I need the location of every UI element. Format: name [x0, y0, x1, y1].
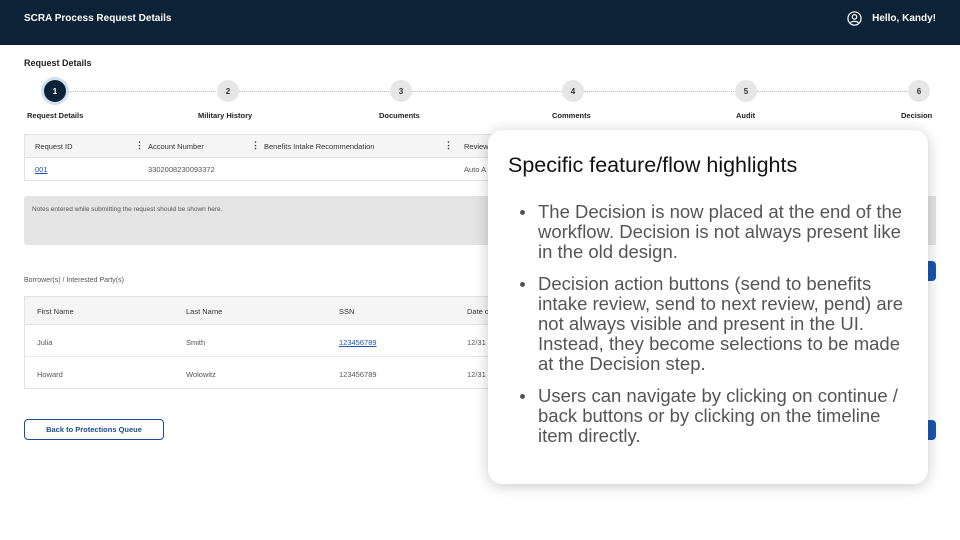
review-cell: Auto A [464, 165, 487, 174]
notes-panel: Notes entered while submitting the reque… [24, 196, 494, 245]
user-greeting: Hello, Kandy! [872, 13, 936, 24]
table-header: First Name Last Name SSN Date o [25, 297, 493, 325]
table-row: Howard Wolowitz 123456789 12/31 [25, 357, 493, 389]
timeline-step-military-history[interactable]: 2 [217, 80, 239, 102]
timeline-label-request-details[interactable]: Request Details [27, 111, 83, 120]
date-cell: 12/31 [467, 338, 486, 347]
column-header-request-id[interactable]: Request ID [35, 142, 73, 151]
request-details-table: Request ID ⋮ Account Number ⋮ Benefits I… [24, 134, 494, 181]
user-menu[interactable]: Hello, Kandy! [847, 11, 936, 26]
ssn-cell: 123456789 [339, 370, 377, 379]
timeline-label-documents[interactable]: Documents [379, 111, 420, 120]
date-cell: 12/31 [467, 370, 486, 379]
table-row: Julia Smith 123456789 12/31 [25, 325, 493, 357]
callout-title: Specific feature/flow highlights [508, 153, 798, 177]
timeline-connector [584, 91, 734, 92]
borrowers-table: First Name Last Name SSN Date o Julia Sm… [24, 296, 494, 389]
column-menu-icon[interactable]: ⋮ [444, 140, 453, 151]
timeline-connector [412, 91, 562, 92]
last-name-cell: Smith [186, 338, 206, 347]
timeline-label-audit[interactable]: Audit [736, 111, 755, 120]
timeline-label-military-history[interactable]: Military History [198, 111, 252, 120]
column-header-account-number[interactable]: Account Number [148, 142, 204, 151]
timeline-step-request-details[interactable]: 1 [44, 80, 66, 102]
column-menu-icon[interactable]: ⋮ [251, 140, 260, 151]
timeline-step-comments[interactable]: 4 [562, 80, 584, 102]
back-to-protections-queue-button[interactable]: Back to Protections Queue [24, 419, 164, 440]
timeline-step-decision[interactable]: 6 [908, 80, 930, 102]
callout-bullet: Users can navigate by clicking on contin… [508, 386, 918, 446]
callout-bullet: Decision action buttons (send to benefit… [508, 274, 918, 374]
column-header-benefits-intake[interactable]: Benefits Intake Recommendation [264, 142, 374, 151]
column-header-review[interactable]: Review [464, 142, 489, 151]
top-bar: SCRA Process Request Details Hello, Kand… [0, 0, 960, 45]
timeline-connector [66, 91, 216, 92]
request-id-link[interactable]: 001 [35, 165, 48, 174]
timeline-connector [757, 91, 907, 92]
ssn-link[interactable]: 123456789 [339, 338, 377, 347]
app-title: SCRA Process Request Details [24, 13, 172, 24]
last-name-cell: Wolowitz [186, 370, 216, 379]
timeline-connector [239, 91, 389, 92]
column-header-ssn[interactable]: SSN [339, 307, 354, 316]
workflow-timeline: 1 2 3 4 5 6 Request Details Military His… [0, 80, 960, 120]
first-name-cell: Julia [37, 338, 53, 347]
feature-highlights-callout: Specific feature/flow highlights The Dec… [488, 130, 928, 484]
timeline-label-comments[interactable]: Comments [552, 111, 591, 120]
notes-text: Notes entered while submitting the reque… [32, 206, 223, 213]
notes-panel-edge [928, 196, 936, 245]
column-menu-icon[interactable]: ⋮ [135, 140, 144, 151]
callout-bullet-list: The Decision is now placed at the end of… [508, 202, 918, 458]
borrowers-section-label: Borrower(s) / Interested Party(s) [24, 277, 124, 284]
first-name-cell: Howard [37, 370, 63, 379]
column-header-first-name[interactable]: First Name [37, 307, 74, 316]
user-circle-icon [847, 11, 862, 26]
column-header-date[interactable]: Date o [467, 307, 489, 316]
column-header-last-name[interactable]: Last Name [186, 307, 222, 316]
timeline-label-decision[interactable]: Decision [901, 111, 932, 120]
timeline-step-audit[interactable]: 5 [735, 80, 757, 102]
account-number-cell: 3302008230093372 [148, 165, 215, 174]
timeline-step-documents[interactable]: 3 [390, 80, 412, 102]
page-title: Request Details [24, 58, 92, 68]
callout-bullet: The Decision is now placed at the end of… [508, 202, 918, 262]
table-header: Request ID ⋮ Account Number ⋮ Benefits I… [25, 135, 493, 158]
